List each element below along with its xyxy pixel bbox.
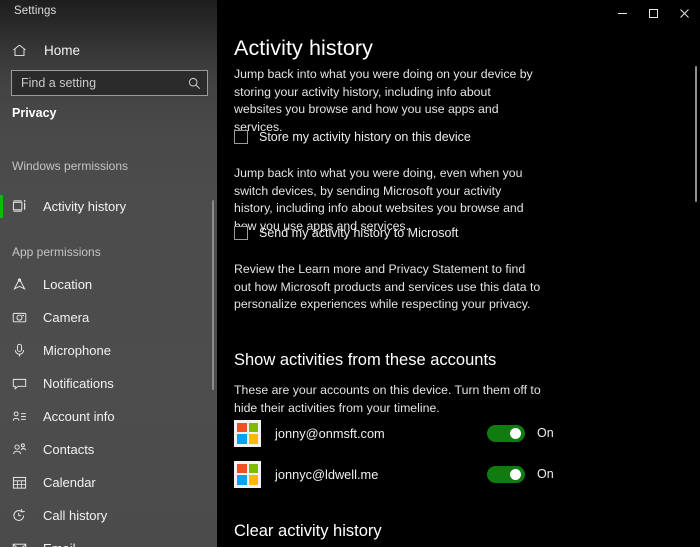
minimize-button[interactable]: [607, 0, 638, 26]
app-title: Settings: [14, 5, 57, 17]
settings-window: Settings Home Privacy Windows permission…: [0, 0, 700, 547]
microsoft-logo-icon: [234, 460, 261, 488]
close-button[interactable]: [669, 0, 700, 26]
account-toggle[interactable]: [487, 424, 525, 442]
store-activity-history-checkbox[interactable]: [234, 130, 248, 144]
sidebar-item-account-info[interactable]: Account info: [0, 400, 217, 433]
sidebar-group-header-app-permissions: App permissions: [12, 245, 101, 259]
sidebar-item-label: Home: [44, 43, 81, 58]
clear-activity-history-title: Clear activity history: [234, 522, 382, 540]
store-activity-history-checkbox-row[interactable]: Store my activity history on this device: [234, 130, 471, 144]
store-activity-history-label: Store my activity history on this device: [259, 130, 471, 144]
send-activity-description: Jump back into what you were doing, even…: [234, 166, 524, 233]
account-row: jonny@onmsft.com On: [234, 418, 684, 448]
sidebar-item-contacts[interactable]: Contacts: [0, 433, 217, 466]
email-icon: [12, 540, 31, 547]
account-toggle[interactable]: [487, 465, 525, 483]
account-toggle-state: On: [537, 426, 554, 440]
accounts-section-title: Show activities from these accounts: [234, 351, 497, 369]
page-title: Activity history: [234, 36, 373, 60]
sidebar-item-call-history[interactable]: Call history: [0, 499, 217, 532]
account-row: jonnyc@ldwell.me On: [234, 459, 684, 489]
sidebar-item-notifications[interactable]: Notifications: [0, 367, 217, 400]
activity-history-description: Jump back into what you were doing on yo…: [234, 67, 533, 134]
microphone-icon: [12, 342, 31, 360]
search-input[interactable]: [12, 71, 182, 95]
search-box[interactable]: [11, 70, 208, 96]
sidebar-item-activity-history[interactable]: Activity history: [0, 190, 217, 223]
sidebar-item-home[interactable]: Home: [0, 39, 217, 62]
camera-icon: [12, 309, 31, 327]
sidebar-item-label: Email: [43, 541, 76, 547]
sidebar-item-label: Calendar: [43, 475, 96, 490]
account-info-icon: [12, 408, 31, 426]
sidebar-item-label: Account info: [43, 409, 115, 424]
send-activity-history-checkbox-row[interactable]: Send my activity history to Microsoft: [234, 226, 458, 240]
sidebar-item-label: Activity history: [43, 199, 127, 214]
window-controls: [607, 0, 700, 26]
sidebar-item-calendar[interactable]: Calendar: [0, 466, 217, 499]
sidebar-item-label: Notifications: [43, 376, 114, 391]
sidebar-scrollbar-thumb[interactable]: [212, 200, 214, 390]
send-activity-history-label: Send my activity history to Microsoft: [259, 226, 459, 240]
sidebar-item-label: Contacts: [43, 442, 95, 457]
sidebar-item-label: Microphone: [43, 343, 111, 358]
send-activity-history-checkbox[interactable]: [234, 226, 248, 240]
calendar-icon: [12, 474, 31, 492]
activity-history-icon: [12, 198, 31, 216]
maximize-button[interactable]: [638, 0, 669, 26]
search-icon[interactable]: [181, 77, 207, 90]
sidebar-category-title: Privacy: [12, 106, 57, 120]
main-scrollbar-thumb[interactable]: [695, 66, 697, 202]
notifications-icon: [12, 375, 31, 393]
toggle-knob: [510, 427, 521, 439]
sidebar-group-windows-permissions: Activity history: [0, 190, 217, 223]
account-email: jonnyc@ldwell.me: [275, 466, 379, 482]
contacts-icon: [12, 441, 31, 459]
sidebar: Settings Home Privacy Windows permission…: [0, 0, 217, 547]
sidebar-item-microphone[interactable]: Microphone: [0, 334, 217, 367]
location-icon: [12, 276, 31, 294]
sidebar-item-label: Call history: [43, 508, 108, 523]
sidebar-item-label: Location: [43, 277, 93, 292]
account-email: jonny@onmsft.com: [275, 425, 385, 441]
microsoft-logo-icon: [234, 419, 261, 447]
sidebar-group-app-permissions: Location Camera Microphone Notifications…: [0, 268, 217, 547]
sidebar-item-email[interactable]: Email: [0, 532, 217, 547]
home-icon: [12, 43, 32, 58]
accounts-section-description: These are your accounts on this device. …: [234, 383, 541, 415]
account-toggle-state: On: [537, 467, 554, 481]
main-content: Activity history Jump back into what you…: [217, 0, 700, 547]
sidebar-group-header-windows-permissions: Windows permissions: [12, 159, 129, 173]
toggle-knob: [510, 468, 521, 480]
sidebar-item-location[interactable]: Location: [0, 268, 217, 301]
sidebar-item-label: Camera: [43, 310, 90, 325]
sidebar-item-camera[interactable]: Camera: [0, 301, 217, 334]
account-toggle-wrap: On: [487, 424, 554, 442]
account-toggle-wrap: On: [487, 465, 554, 483]
privacy-statement-description: Review the Learn more and Privacy Statem…: [234, 262, 541, 311]
call-history-icon: [12, 507, 31, 525]
